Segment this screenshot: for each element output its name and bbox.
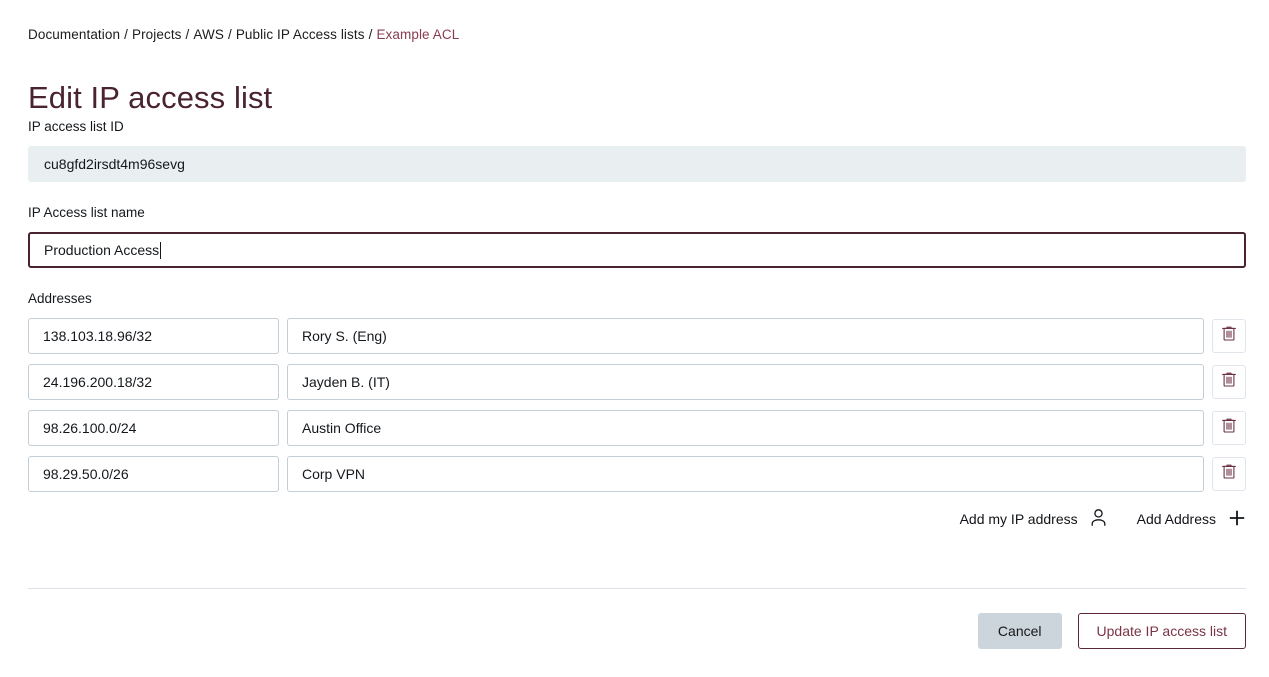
addresses-list: 138.103.18.96/32 Rory S. (Eng) 24.196.20… bbox=[28, 318, 1246, 502]
addresses-label: Addresses bbox=[28, 290, 92, 308]
breadcrumb-item-aws[interactable]: AWS bbox=[193, 27, 224, 42]
address-comment-input[interactable]: Rory S. (Eng) bbox=[287, 318, 1204, 354]
delete-address-button[interactable] bbox=[1212, 365, 1246, 399]
breadcrumb-separator: / bbox=[120, 27, 132, 42]
address-cidr-input[interactable]: 98.26.100.0/24 bbox=[28, 410, 279, 446]
breadcrumb-item-example-acl[interactable]: Example ACL bbox=[376, 27, 459, 42]
cancel-button[interactable]: Cancel bbox=[978, 613, 1062, 649]
breadcrumb-separator: / bbox=[224, 27, 236, 42]
address-cidr-input[interactable]: 98.29.50.0/26 bbox=[28, 456, 279, 492]
ip-access-list-name-value: Production Access bbox=[44, 242, 159, 258]
address-row: 138.103.18.96/32 Rory S. (Eng) bbox=[28, 318, 1246, 354]
add-my-ip-address-button[interactable]: Add my IP address bbox=[960, 508, 1107, 530]
trash-icon bbox=[1221, 463, 1237, 485]
address-row: 98.26.100.0/24 Austin Office bbox=[28, 410, 1246, 446]
address-actions: Add my IP address Add Address bbox=[960, 508, 1246, 530]
ip-access-list-name-input-wrapper: Production Access bbox=[28, 232, 1246, 268]
address-cidr-value: 24.196.200.18/32 bbox=[43, 365, 152, 399]
delete-address-button[interactable] bbox=[1212, 457, 1246, 491]
footer-divider bbox=[28, 588, 1246, 589]
ip-access-list-id-label: IP access list ID bbox=[28, 118, 124, 136]
trash-icon bbox=[1221, 371, 1237, 393]
breadcrumb-item-public-ip-access-lists[interactable]: Public IP Access lists bbox=[236, 27, 365, 42]
footer-actions: Cancel Update IP access list bbox=[978, 613, 1246, 649]
address-comment-input[interactable]: Austin Office bbox=[287, 410, 1204, 446]
ip-access-list-name-label: IP Access list name bbox=[28, 204, 145, 222]
edit-ip-access-list-page: Documentation/Projects/AWS/Public IP Acc… bbox=[0, 0, 1269, 677]
ip-access-list-id-value: cu8gfd2irsdt4m96sevg bbox=[44, 156, 185, 172]
address-comment-value: Corp VPN bbox=[302, 457, 365, 491]
address-cidr-value: 98.29.50.0/26 bbox=[43, 457, 129, 491]
address-cidr-input[interactable]: 138.103.18.96/32 bbox=[28, 318, 279, 354]
ip-access-list-name-input[interactable]: Production Access bbox=[28, 232, 1246, 268]
address-row: 98.29.50.0/26 Corp VPN bbox=[28, 456, 1246, 492]
ip-access-list-id-field: cu8gfd2irsdt4m96sevg bbox=[28, 146, 1246, 182]
add-address-button[interactable]: Add Address bbox=[1137, 509, 1246, 530]
plus-icon bbox=[1228, 509, 1246, 530]
add-address-label: Add Address bbox=[1137, 511, 1216, 527]
breadcrumb: Documentation/Projects/AWS/Public IP Acc… bbox=[28, 26, 459, 44]
add-my-ip-address-label: Add my IP address bbox=[960, 511, 1078, 527]
address-comment-value: Austin Office bbox=[302, 411, 381, 445]
update-ip-access-list-button[interactable]: Update IP access list bbox=[1078, 613, 1246, 649]
address-row: 24.196.200.18/32 Jayden B. (IT) bbox=[28, 364, 1246, 400]
address-cidr-value: 98.26.100.0/24 bbox=[43, 411, 136, 445]
breadcrumb-separator: / bbox=[365, 27, 377, 42]
breadcrumb-separator: / bbox=[182, 27, 194, 42]
trash-icon bbox=[1221, 325, 1237, 347]
address-comment-value: Jayden B. (IT) bbox=[302, 365, 390, 399]
delete-address-button[interactable] bbox=[1212, 319, 1246, 353]
page-title: Edit IP access list bbox=[28, 79, 272, 117]
person-icon bbox=[1090, 508, 1107, 530]
address-comment-input[interactable]: Corp VPN bbox=[287, 456, 1204, 492]
address-cidr-value: 138.103.18.96/32 bbox=[43, 319, 152, 353]
breadcrumb-item-projects[interactable]: Projects bbox=[132, 27, 182, 42]
address-comment-value: Rory S. (Eng) bbox=[302, 319, 387, 353]
breadcrumb-item-documentation[interactable]: Documentation bbox=[28, 27, 120, 42]
address-comment-input[interactable]: Jayden B. (IT) bbox=[287, 364, 1204, 400]
address-cidr-input[interactable]: 24.196.200.18/32 bbox=[28, 364, 279, 400]
delete-address-button[interactable] bbox=[1212, 411, 1246, 445]
trash-icon bbox=[1221, 417, 1237, 439]
text-caret bbox=[160, 242, 161, 259]
